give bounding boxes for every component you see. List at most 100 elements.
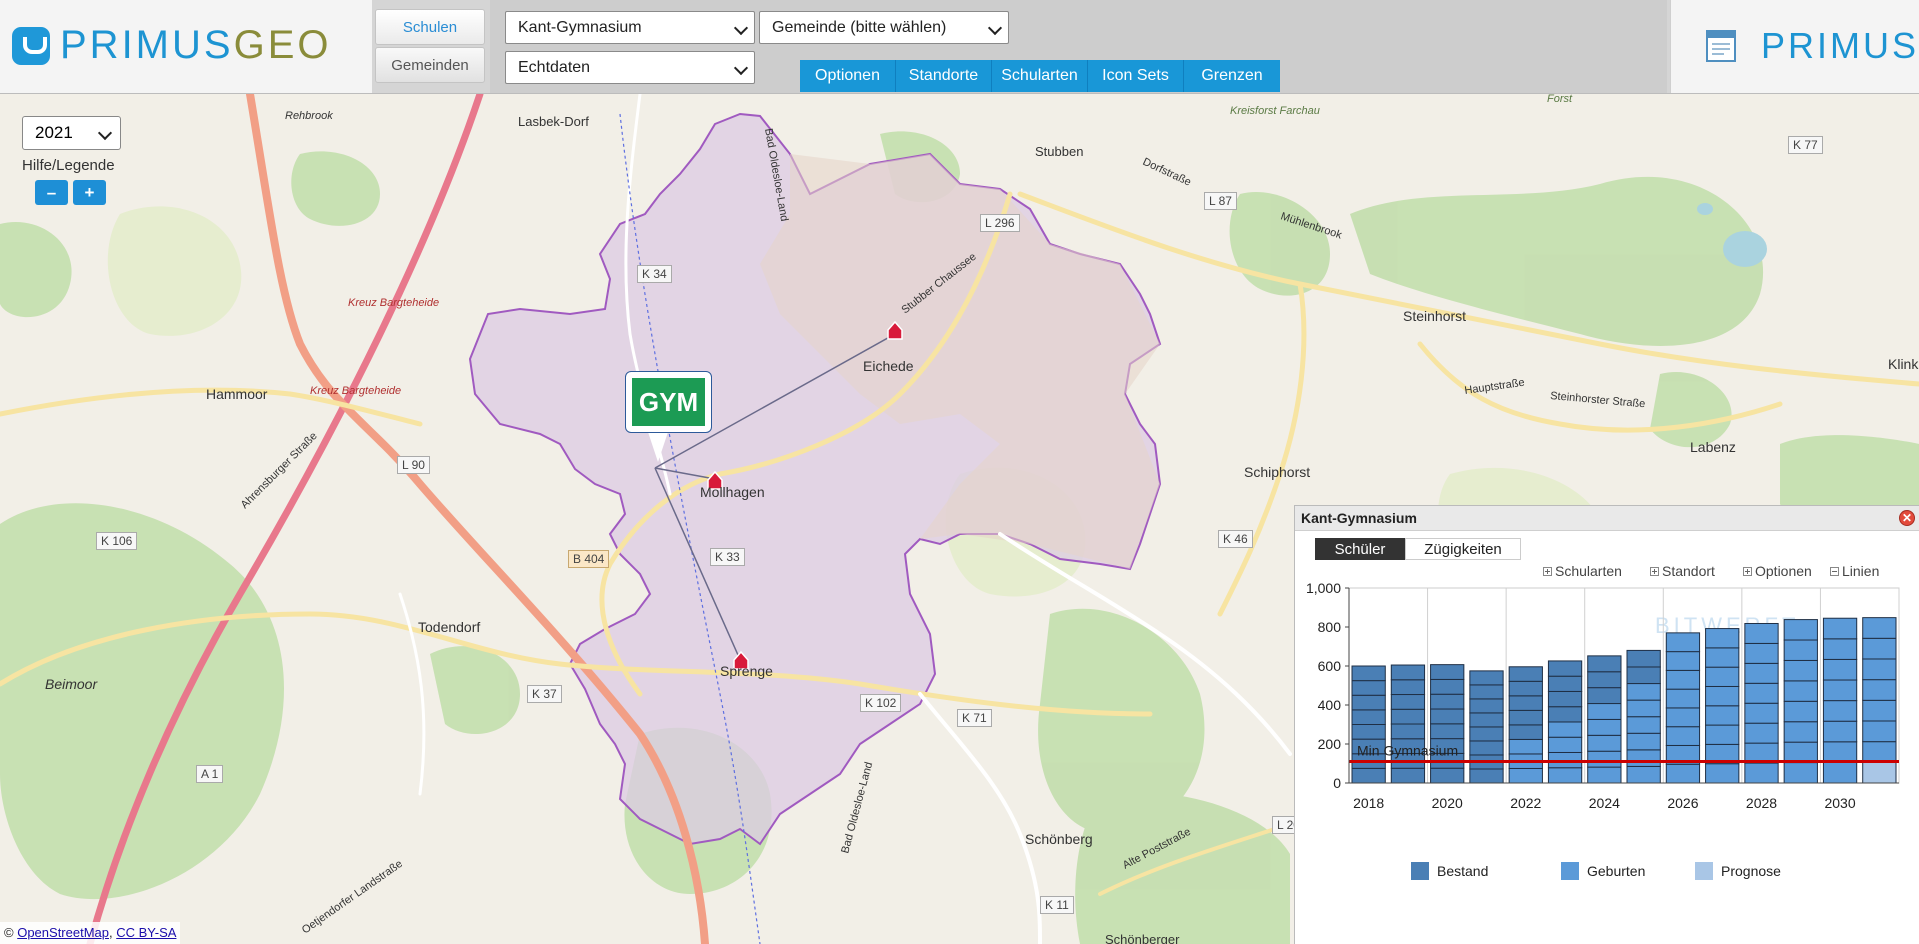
bar-segment[interactable] xyxy=(1390,664,1426,681)
bar-segment[interactable] xyxy=(1862,741,1897,763)
bar-segment[interactable] xyxy=(1705,763,1740,784)
bar-segment[interactable] xyxy=(1822,720,1858,743)
bar-segment[interactable] xyxy=(1862,699,1897,722)
bar-segment[interactable] xyxy=(1430,708,1465,725)
bar-segment[interactable] xyxy=(1665,651,1701,671)
zoom-in-button[interactable]: + xyxy=(73,180,106,205)
bar-segment[interactable] xyxy=(1783,639,1818,661)
tab-schulen[interactable]: Schulen xyxy=(375,9,485,45)
bar-segment[interactable] xyxy=(1626,683,1661,701)
bar-segment[interactable] xyxy=(1587,671,1622,689)
tab-gemeinden[interactable]: Gemeinden xyxy=(375,47,485,83)
bar-segment[interactable] xyxy=(1508,767,1543,784)
primusgeo-logo[interactable]: PRIMUSGEO xyxy=(0,0,372,93)
bar-segment[interactable] xyxy=(1587,766,1622,784)
bar-segment[interactable] xyxy=(1390,723,1426,740)
bar-segment[interactable] xyxy=(1822,761,1858,784)
bar-segment[interactable] xyxy=(1547,690,1583,708)
bar-segment[interactable] xyxy=(1547,767,1583,784)
tab-zuegigkeiten[interactable]: Zügigkeiten xyxy=(1405,538,1521,560)
bar-segment[interactable] xyxy=(1744,662,1779,684)
bar-segment[interactable] xyxy=(1822,617,1858,640)
bar-segment[interactable] xyxy=(1351,709,1386,725)
bar-segment[interactable] xyxy=(1626,649,1661,668)
bar-segment[interactable] xyxy=(1508,738,1543,755)
bar-segment[interactable] xyxy=(1547,736,1583,753)
legend-label[interactable]: Prognose xyxy=(1721,863,1781,879)
bar-segment[interactable] xyxy=(1822,741,1858,763)
bar-segment[interactable] xyxy=(1705,724,1740,745)
bar-segment[interactable] xyxy=(1587,687,1622,705)
bar-segment[interactable] xyxy=(1783,680,1818,702)
bar-segment[interactable] xyxy=(1862,720,1897,743)
bar-segment[interactable] xyxy=(1351,665,1386,682)
bar-segment[interactable] xyxy=(1390,694,1426,710)
bar-segment[interactable] xyxy=(1665,707,1701,728)
bar-segment[interactable] xyxy=(1508,724,1543,740)
bar-segment[interactable] xyxy=(1351,694,1386,711)
bar-segment[interactable] xyxy=(1587,703,1622,720)
optionen-button[interactable]: Optionen xyxy=(800,60,896,92)
bar-segment[interactable] xyxy=(1587,655,1622,673)
bar-segment[interactable] xyxy=(1783,762,1818,784)
bar-segment[interactable] xyxy=(1744,702,1779,724)
bar-segment[interactable] xyxy=(1469,740,1504,756)
bar-segment[interactable] xyxy=(1822,658,1858,681)
bar-segment[interactable] xyxy=(1783,741,1818,764)
bar-segment[interactable] xyxy=(1508,680,1543,697)
schularten-button[interactable]: Schularten xyxy=(992,60,1088,92)
bar-segment[interactable] xyxy=(1430,678,1465,695)
bar-segment[interactable] xyxy=(1822,700,1858,722)
bar-segment[interactable] xyxy=(1665,632,1701,653)
bar-segment[interactable] xyxy=(1744,642,1779,664)
bar-segment[interactable] xyxy=(1783,700,1818,723)
icon-sets-button[interactable]: Icon Sets xyxy=(1088,60,1184,92)
school-marker-gym[interactable]: GYM xyxy=(625,371,712,433)
bar-segment[interactable] xyxy=(1351,680,1386,696)
year-select[interactable]: 2021 xyxy=(22,116,121,150)
bar-segment[interactable] xyxy=(1547,660,1583,677)
legend-label[interactable]: Geburten xyxy=(1587,863,1645,879)
standorte-button[interactable]: Standorte xyxy=(896,60,992,92)
bar-segment[interactable] xyxy=(1469,768,1504,784)
data-source-select[interactable]: Echtdaten xyxy=(505,51,755,84)
bar-segment[interactable] xyxy=(1626,749,1661,767)
bar-segment[interactable] xyxy=(1547,706,1583,723)
bar-segment[interactable] xyxy=(1705,628,1740,649)
bar-segment[interactable] xyxy=(1705,685,1740,707)
bar-segment[interactable] xyxy=(1626,699,1661,718)
bar-segment[interactable] xyxy=(1351,724,1386,740)
zoom-out-button[interactable]: – xyxy=(35,180,68,205)
bar-segment[interactable] xyxy=(1469,712,1504,728)
bar-segment[interactable] xyxy=(1665,669,1701,690)
osm-link[interactable]: OpenStreetMap xyxy=(17,925,109,940)
bar-segment[interactable] xyxy=(1744,722,1779,744)
bar-segment[interactable] xyxy=(1862,761,1897,784)
bar-segment[interactable] xyxy=(1705,647,1740,668)
bar-segment[interactable] xyxy=(1626,666,1661,685)
legend-label[interactable]: Bestand xyxy=(1437,863,1488,879)
bar-segment[interactable] xyxy=(1469,670,1504,686)
bar-segment[interactable] xyxy=(1862,617,1897,639)
bar-segment[interactable] xyxy=(1862,637,1897,660)
bar-segment[interactable] xyxy=(1430,693,1465,710)
bar-segment[interactable] xyxy=(1822,679,1858,702)
bar-segment[interactable] xyxy=(1665,688,1701,709)
bar-segment[interactable] xyxy=(1547,721,1583,738)
bar-segment[interactable] xyxy=(1508,666,1543,682)
bar-segment[interactable] xyxy=(1862,658,1897,681)
bar-segment[interactable] xyxy=(1626,765,1661,784)
bar-segment[interactable] xyxy=(1862,679,1897,701)
bar-segment[interactable] xyxy=(1587,718,1622,736)
tab-schueler[interactable]: Schüler xyxy=(1315,538,1405,560)
bar-segment[interactable] xyxy=(1430,664,1465,680)
municipality-select[interactable]: Gemeinde (bitte wählen) xyxy=(759,11,1009,44)
bar-segment[interactable] xyxy=(1783,619,1818,641)
bar-segment[interactable] xyxy=(1744,682,1779,704)
bar-segment[interactable] xyxy=(1547,675,1583,692)
bar-segment[interactable] xyxy=(1783,659,1818,682)
license-link[interactable]: CC BY-SA xyxy=(116,925,176,940)
bar-segment[interactable] xyxy=(1508,695,1543,711)
bar-segment[interactable] xyxy=(1665,763,1701,784)
bar-segment[interactable] xyxy=(1744,622,1779,644)
